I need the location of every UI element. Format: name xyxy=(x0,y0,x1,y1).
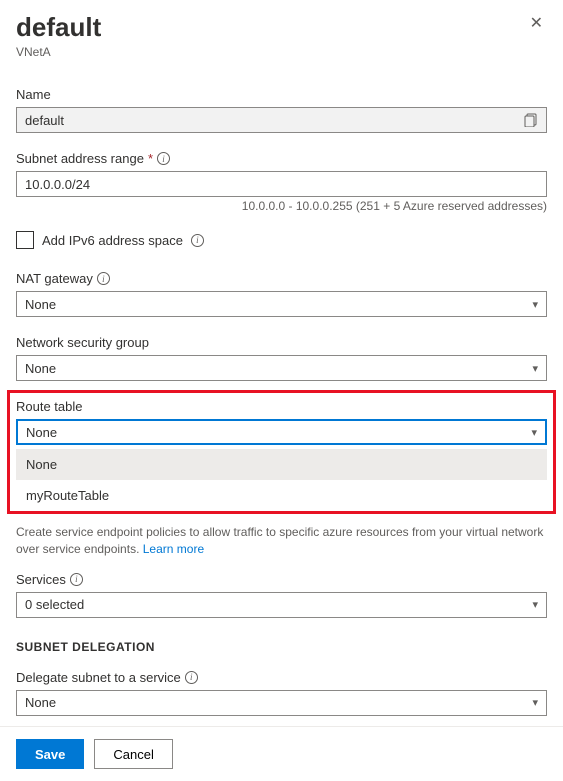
nsg-value: None xyxy=(25,361,56,376)
route-table-dropdown: None myRouteTable xyxy=(16,449,547,511)
chevron-down-icon: ▾ xyxy=(532,362,538,375)
route-table-option-myroutetable[interactable]: myRouteTable xyxy=(16,480,547,511)
footer: Save Cancel xyxy=(0,726,563,781)
chevron-down-icon: ▾ xyxy=(532,696,538,709)
name-input[interactable]: default xyxy=(16,107,547,133)
services-value: 0 selected xyxy=(25,597,84,612)
info-icon[interactable]: i xyxy=(191,234,204,247)
name-label: Name xyxy=(16,87,547,102)
chevron-down-icon: ▾ xyxy=(532,298,538,311)
nsg-label: Network security group xyxy=(16,335,547,350)
info-icon[interactable]: i xyxy=(185,671,198,684)
info-icon[interactable]: i xyxy=(157,152,170,165)
route-table-label: Route table xyxy=(16,399,547,414)
required-marker: * xyxy=(148,151,153,166)
delegate-value: None xyxy=(25,695,56,710)
route-table-value: None xyxy=(26,425,57,440)
chevron-down-icon: ▾ xyxy=(532,598,538,611)
nat-gateway-value: None xyxy=(25,297,56,312)
subnet-range-input[interactable]: 10.0.0.0/24 xyxy=(16,171,547,197)
page-title: default xyxy=(16,12,101,43)
learn-more-link[interactable]: Learn more xyxy=(143,542,204,556)
route-table-highlight: Route table None ▾ None myRouteTable xyxy=(7,390,556,514)
name-value: default xyxy=(25,113,64,128)
route-table-select[interactable]: None ▾ xyxy=(16,419,547,445)
nat-gateway-label: NAT gateway xyxy=(16,271,93,286)
subnet-delegation-heading: SUBNET DELEGATION xyxy=(16,640,547,654)
subnet-range-label: Subnet address range xyxy=(16,151,144,166)
info-icon[interactable]: i xyxy=(70,573,83,586)
nat-gateway-select[interactable]: None ▾ xyxy=(16,291,547,317)
subnet-range-value: 10.0.0.0/24 xyxy=(25,177,90,192)
close-icon[interactable]: ✕ xyxy=(526,12,547,36)
copy-icon[interactable] xyxy=(524,113,538,127)
chevron-down-icon: ▾ xyxy=(531,426,537,439)
route-table-option-none[interactable]: None xyxy=(16,449,547,480)
nsg-select[interactable]: None ▾ xyxy=(16,355,547,381)
save-button[interactable]: Save xyxy=(16,739,84,769)
subnet-range-hint: 10.0.0.0 - 10.0.0.255 (251 + 5 Azure res… xyxy=(16,199,547,213)
cancel-button[interactable]: Cancel xyxy=(94,739,172,769)
delegate-select[interactable]: None ▾ xyxy=(16,690,547,716)
delegate-label: Delegate subnet to a service xyxy=(16,670,181,685)
ipv6-label: Add IPv6 address space xyxy=(42,233,183,248)
page-subtitle: VNetA xyxy=(16,45,547,59)
ipv6-checkbox[interactable] xyxy=(16,231,34,249)
info-icon[interactable]: i xyxy=(97,272,110,285)
services-select[interactable]: 0 selected ▾ xyxy=(16,592,547,618)
services-label: Services xyxy=(16,572,66,587)
service-endpoints-help: Create service endpoint policies to allo… xyxy=(16,524,547,558)
